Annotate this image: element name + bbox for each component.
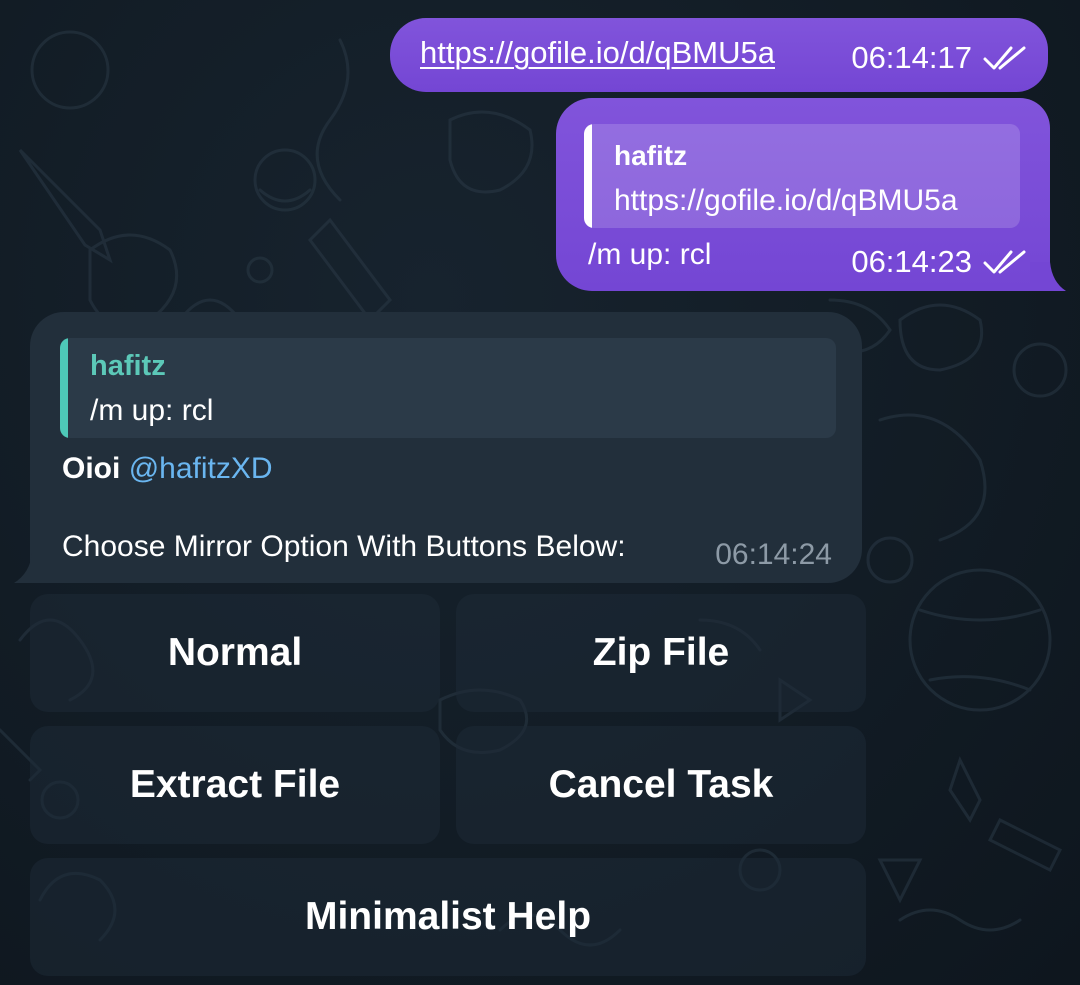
outgoing-message-link[interactable]: https://gofile.io/d/qBMU5a 06:14:17 [390, 18, 1048, 92]
bubble-tail [1030, 262, 1066, 291]
incoming-message-bot[interactable]: hafitz /m up: rcl Oioi @hafitzXD Choose … [30, 312, 862, 583]
zip-file-button[interactable]: Zip File [456, 594, 866, 712]
normal-button[interactable]: Normal [30, 594, 440, 712]
extract-file-button[interactable]: Extract File [30, 726, 440, 844]
reply-preview[interactable]: hafitz https://gofile.io/d/qBMU5a [584, 124, 1020, 228]
minimalist-help-button[interactable]: Minimalist Help [30, 858, 866, 976]
message-meta: 06:14:23 [851, 244, 1030, 280]
reply-preview-text: https://gofile.io/d/qBMU5a [614, 184, 958, 217]
message-meta: 06:14:17 [851, 40, 1030, 76]
double-check-icon [983, 46, 1026, 70]
greeting-line: Oioi @hafitzXD [62, 452, 273, 486]
message-time: 06:14:24 [715, 538, 832, 571]
bubble-tail [14, 553, 46, 583]
cancel-task-button[interactable]: Cancel Task [456, 726, 866, 844]
reply-preview[interactable]: hafitz /m up: rcl [60, 338, 836, 438]
greeting-text: Oioi [62, 452, 121, 485]
reply-accent-bar [584, 124, 592, 228]
outgoing-message-command[interactable]: hafitz https://gofile.io/d/qBMU5a /m up:… [556, 98, 1050, 291]
message-time: 06:14:23 [851, 244, 972, 279]
user-mention-link[interactable]: @hafitzXD [129, 452, 273, 485]
double-check-icon [983, 250, 1026, 274]
message-time: 06:14:17 [851, 40, 972, 75]
message-link[interactable]: https://gofile.io/d/qBMU5a [420, 35, 775, 71]
reply-preview-text: /m up: rcl [90, 394, 214, 427]
message-text: /m up: rcl [588, 238, 712, 271]
reply-sender-name: hafitz [614, 140, 688, 171]
instruction-text: Choose Mirror Option With Buttons Below: [62, 530, 626, 563]
reply-sender-name: hafitz [90, 350, 166, 382]
reply-accent-bar [60, 338, 68, 438]
